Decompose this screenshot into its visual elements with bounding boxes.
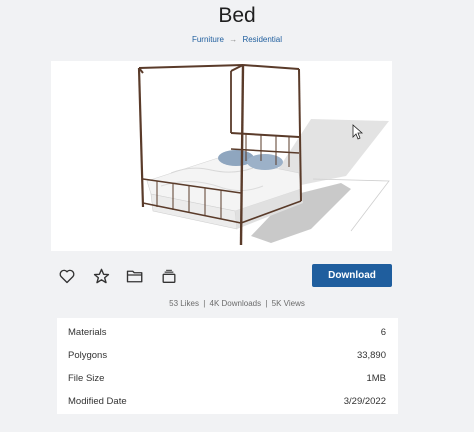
download-button[interactable]: Download bbox=[312, 264, 392, 287]
detail-row-file-size: File Size 1MB bbox=[57, 367, 398, 390]
model-preview[interactable] bbox=[51, 61, 392, 251]
detail-row-materials: Materials 6 bbox=[57, 321, 398, 344]
breadcrumb-furniture[interactable]: Furniture bbox=[192, 35, 224, 44]
detail-value: 6 bbox=[380, 327, 386, 338]
stats-separator: | bbox=[265, 299, 268, 308]
page-title: Bed bbox=[218, 4, 256, 27]
detail-label: Modified Date bbox=[68, 396, 127, 407]
action-bar bbox=[57, 263, 179, 289]
stats-separator: | bbox=[203, 299, 206, 308]
detail-label: Polygons bbox=[68, 350, 108, 361]
detail-row-polygons: Polygons 33,890 bbox=[57, 344, 398, 367]
detail-value: 3/29/2022 bbox=[343, 396, 386, 407]
details-panel: Materials 6 Polygons 33,890 File Size 1M… bbox=[57, 318, 398, 414]
arrow-right-icon: → bbox=[229, 35, 238, 44]
bed-render-image bbox=[137, 64, 390, 246]
heart-icon[interactable] bbox=[57, 266, 77, 286]
folder-icon[interactable] bbox=[125, 266, 145, 286]
breadcrumb-residential[interactable]: Residential bbox=[242, 35, 282, 44]
detail-row-modified-date: Modified Date 3/29/2022 bbox=[57, 390, 398, 413]
detail-label: File Size bbox=[68, 373, 105, 384]
detail-label: Materials bbox=[68, 327, 107, 338]
collection-icon[interactable] bbox=[159, 266, 179, 286]
views-count: 5K Views bbox=[271, 299, 305, 308]
downloads-count: 4K Downloads bbox=[209, 299, 262, 308]
stats-line: 53 Likes | 4K Downloads | 5K Views bbox=[0, 299, 474, 308]
likes-count: 53 Likes bbox=[169, 299, 199, 308]
star-icon[interactable] bbox=[91, 266, 111, 286]
breadcrumb: Furniture → Residential bbox=[0, 35, 474, 44]
detail-value: 1MB bbox=[366, 373, 386, 384]
detail-value: 33,890 bbox=[356, 350, 386, 361]
